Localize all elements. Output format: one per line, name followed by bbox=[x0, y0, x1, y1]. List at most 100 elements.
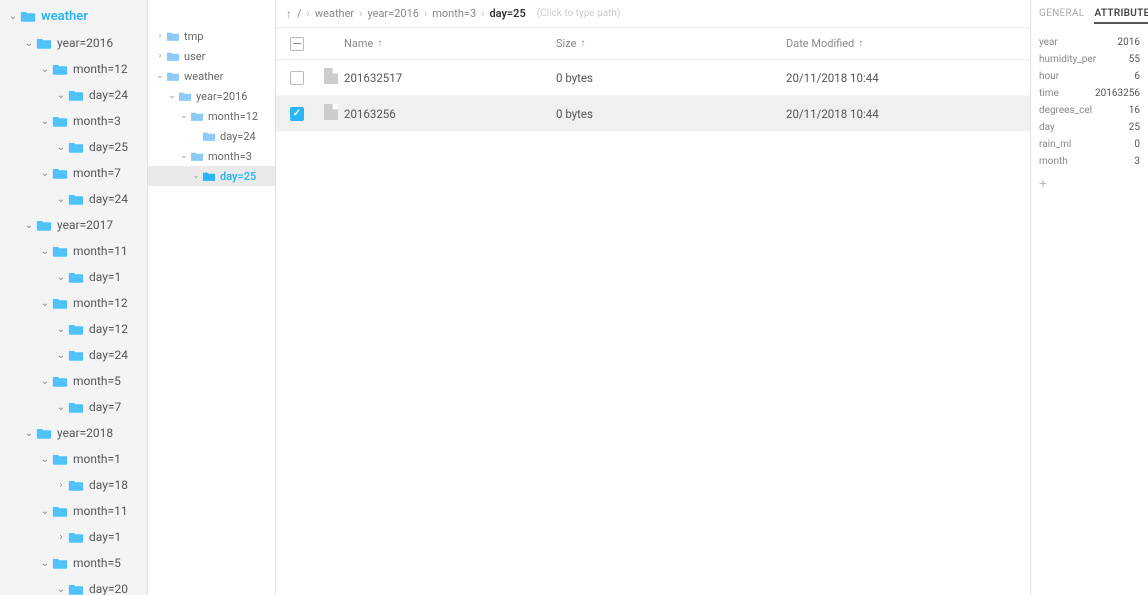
tree-item[interactable]: ⌄month=3 bbox=[0, 108, 147, 134]
tree-item[interactable]: ⌄month=3 bbox=[148, 146, 275, 166]
attribute-row[interactable]: humidity_per55 bbox=[1039, 51, 1140, 68]
chevron-down-icon[interactable]: ⌄ bbox=[54, 584, 68, 595]
tree-item[interactable]: day=24 bbox=[148, 126, 275, 146]
chevron-down-icon[interactable]: ⌄ bbox=[54, 324, 68, 335]
tree-item[interactable]: ›user bbox=[148, 46, 275, 66]
tree-item[interactable]: ⌄day=1 bbox=[0, 264, 147, 290]
folder-icon bbox=[52, 63, 68, 76]
tree-item[interactable]: ⌄month=5 bbox=[0, 368, 147, 394]
folder-icon bbox=[68, 401, 84, 414]
tree-item[interactable]: ⌄month=7 bbox=[0, 160, 147, 186]
tree-item[interactable]: ⌄day=24 bbox=[0, 186, 147, 212]
attribute-row[interactable]: rain_ml0 bbox=[1039, 136, 1140, 153]
tab-general[interactable]: GENERAL bbox=[1039, 8, 1084, 24]
attribute-row[interactable]: year2016 bbox=[1039, 34, 1140, 51]
tree-label: month=1 bbox=[73, 452, 121, 466]
folder-icon bbox=[52, 505, 68, 518]
tab-attributes[interactable]: ATTRIBUTES bbox=[1094, 8, 1148, 24]
tree-item[interactable]: ⌄ year=2016 bbox=[0, 30, 147, 56]
chevron-icon[interactable]: ⌄ bbox=[154, 71, 166, 81]
row-checkbox[interactable] bbox=[290, 107, 304, 121]
tree-item[interactable]: ⌄year=2018 bbox=[0, 420, 147, 446]
breadcrumb-current[interactable]: day=25 bbox=[489, 7, 525, 20]
chevron-icon[interactable]: ⌄ bbox=[166, 91, 178, 101]
chevron-down-icon[interactable]: ⌄ bbox=[54, 272, 68, 283]
tree-item[interactable]: ⌄day=24 bbox=[0, 82, 147, 108]
breadcrumb-item[interactable]: month=3 bbox=[432, 7, 476, 20]
breadcrumb-item[interactable]: year=2016 bbox=[367, 7, 418, 20]
breadcrumb-hint[interactable]: (Click to type path) bbox=[537, 8, 621, 19]
tree-item[interactable]: ⌄month=11 bbox=[0, 498, 147, 524]
chevron-down-icon[interactable]: ⌄ bbox=[38, 116, 52, 127]
tree-item[interactable]: ⌄month=12 bbox=[0, 290, 147, 316]
column-header-size[interactable]: Size ↑ bbox=[556, 37, 786, 50]
tree-label: month=5 bbox=[73, 556, 121, 570]
row-checkbox[interactable] bbox=[290, 71, 304, 85]
attribute-row[interactable]: day25 bbox=[1039, 119, 1140, 136]
tree-item[interactable]: ⌄day=20 bbox=[0, 576, 147, 595]
chevron-down-icon[interactable]: ⌄ bbox=[6, 11, 20, 22]
chevron-down-icon[interactable]: ⌄ bbox=[38, 298, 52, 309]
tree-item[interactable]: ⌄day=12 bbox=[0, 316, 147, 342]
tree-item[interactable]: ⌄month=12 bbox=[0, 56, 147, 82]
chevron-down-icon[interactable]: ⌄ bbox=[22, 38, 36, 49]
folder-icon bbox=[166, 51, 180, 62]
chevron-right-icon[interactable]: › bbox=[54, 480, 68, 491]
chevron-down-icon[interactable]: ⌄ bbox=[54, 194, 68, 205]
cell-size: 0 bytes bbox=[556, 107, 786, 121]
breadcrumb: ↑ / › weather › year=2016 › month=3 › da… bbox=[276, 0, 1030, 28]
sidebar-left: ⌄weather⌄year=2016⌄month=12⌄day=24⌄month… bbox=[0, 0, 148, 595]
chevron-icon[interactable]: ⌄ bbox=[178, 151, 190, 161]
chevron-down-icon[interactable]: ⌄ bbox=[38, 64, 52, 75]
chevron-right-icon[interactable]: › bbox=[54, 532, 68, 543]
attribute-row[interactable]: month3 bbox=[1039, 153, 1140, 170]
add-attribute-button[interactable]: + bbox=[1039, 176, 1140, 192]
tree-item[interactable]: ⌄ month=5 bbox=[0, 550, 147, 576]
chevron-icon[interactable]: › bbox=[154, 31, 166, 41]
breadcrumb-root[interactable]: / bbox=[297, 7, 302, 20]
select-all-checkbox[interactable] bbox=[290, 37, 304, 51]
tree-item[interactable]: ⌄weather bbox=[148, 66, 275, 86]
tree-item[interactable]: ›day=1 bbox=[0, 524, 147, 550]
tree-label: year=2016 bbox=[57, 36, 113, 50]
tree-item[interactable]: ⌄year=2016 bbox=[148, 86, 275, 106]
tree-item[interactable]: ⌄ month=1 bbox=[0, 446, 147, 472]
chevron-down-icon[interactable]: ⌄ bbox=[22, 428, 36, 439]
attribute-key: degrees_cel bbox=[1039, 105, 1092, 116]
attribute-row[interactable]: hour6 bbox=[1039, 68, 1140, 85]
chevron-down-icon[interactable]: ⌄ bbox=[54, 402, 68, 413]
tree-item[interactable]: ⌄day=7 bbox=[0, 394, 147, 420]
chevron-down-icon[interactable]: ⌄ bbox=[22, 220, 36, 231]
chevron-down-icon[interactable]: ⌄ bbox=[38, 558, 52, 569]
tree-item[interactable]: ⌄day=25 bbox=[0, 134, 147, 160]
tree-item[interactable]: ⌄month=11 bbox=[0, 238, 147, 264]
tree-item[interactable]: ⌄weather bbox=[0, 2, 147, 30]
tree-item[interactable]: ⌄month=12 bbox=[148, 106, 275, 126]
tree-item[interactable]: ⌄year=2017 bbox=[0, 212, 147, 238]
chevron-down-icon[interactable]: ⌄ bbox=[54, 90, 68, 101]
tree-item[interactable]: ›tmp bbox=[148, 26, 275, 46]
tree-item[interactable]: ⌄day=24 bbox=[0, 342, 147, 368]
tree-item[interactable]: ⌄day=25 bbox=[148, 166, 275, 186]
chevron-down-icon[interactable]: ⌄ bbox=[54, 142, 68, 153]
column-label: Size bbox=[556, 37, 576, 50]
chevron-down-icon[interactable]: ⌄ bbox=[38, 376, 52, 387]
tree-item[interactable]: ›day=18 bbox=[0, 472, 147, 498]
chevron-down-icon[interactable]: ⌄ bbox=[38, 454, 52, 465]
column-header-name[interactable]: Name ↑ bbox=[344, 37, 556, 50]
table-row[interactable]: 2016325170 bytes20/11/2018 10:44 bbox=[276, 60, 1030, 96]
column-header-date[interactable]: Date Modified ↑ bbox=[786, 37, 1016, 50]
chevron-down-icon[interactable]: ⌄ bbox=[38, 246, 52, 257]
attribute-row[interactable]: degrees_cel16 bbox=[1039, 102, 1140, 119]
chevron-icon[interactable]: ⌄ bbox=[178, 111, 190, 121]
attribute-row[interactable]: time20163256 bbox=[1039, 85, 1140, 102]
chevron-down-icon[interactable]: ⌄ bbox=[38, 506, 52, 517]
chevron-down-icon[interactable]: ⌄ bbox=[38, 168, 52, 179]
chevron-down-icon[interactable]: ⌄ bbox=[54, 350, 68, 361]
up-arrow-icon[interactable]: ↑ bbox=[286, 7, 292, 21]
folder-icon bbox=[36, 37, 52, 50]
breadcrumb-item[interactable]: weather bbox=[315, 7, 354, 20]
table-row[interactable]: 201632560 bytes20/11/2018 10:44 bbox=[276, 96, 1030, 132]
chevron-icon[interactable]: ⌄ bbox=[190, 171, 202, 181]
chevron-icon[interactable]: › bbox=[154, 51, 166, 61]
